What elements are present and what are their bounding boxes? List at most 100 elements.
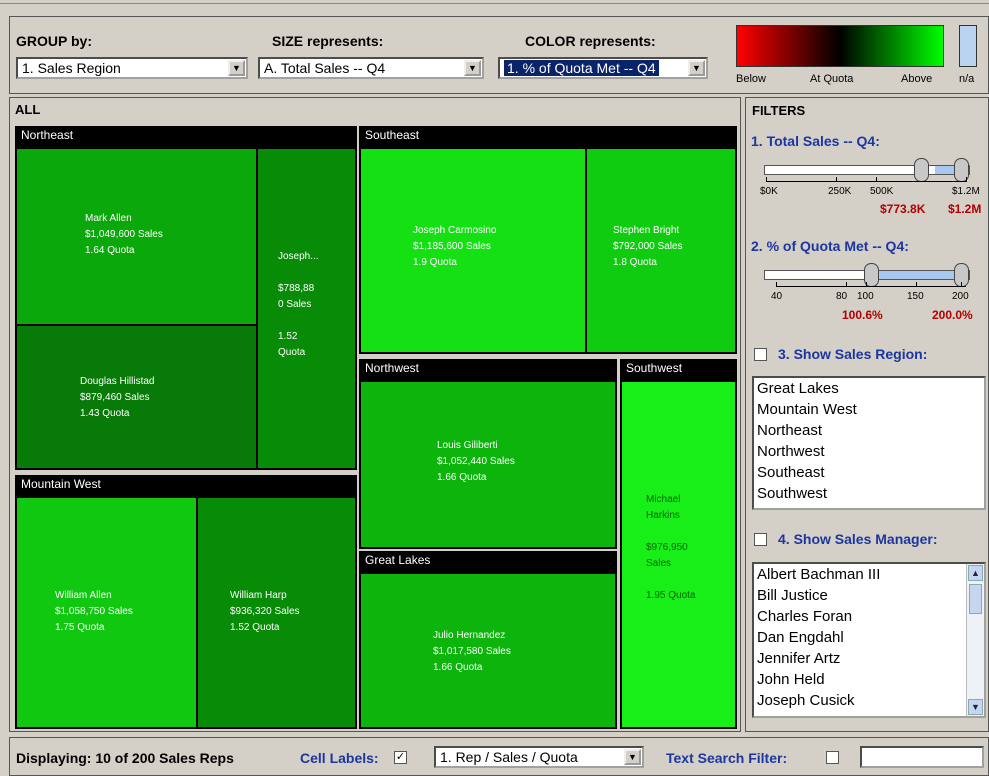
rep-name: Michael — [646, 494, 681, 505]
rep-sales: $1,185,600 Sales — [413, 241, 491, 252]
rep-quota: 1.95 Quota — [646, 590, 696, 601]
sales-tick: $1.2M — [952, 186, 980, 197]
list-item[interactable]: Southwest — [757, 483, 984, 504]
quota-low-value: 100.6% — [842, 308, 883, 322]
rep-name: Julio Hernandez — [433, 630, 506, 641]
rep-name: Louis Giliberti — [437, 440, 498, 451]
quota-tick: 100 — [857, 291, 874, 302]
quota-tick: 80 — [836, 291, 848, 302]
quota-high-value: 200.0% — [932, 308, 973, 322]
manager-filter-checkbox[interactable] — [754, 533, 767, 546]
legend-above-label: Above — [901, 73, 933, 85]
list-item[interactable]: Albert Bachman III — [757, 564, 964, 585]
rep-sales: $1,052,440 Sales — [437, 456, 515, 467]
group-great-lakes: Great Lakes Julio Hernandez $1,017,580 S… — [359, 551, 617, 729]
group-by-value: 1. Sales Region — [22, 60, 121, 76]
treemap-cell[interactable]: William Allen $1,058,750 Sales 1.75 Quot… — [16, 497, 197, 728]
text-search-checkbox[interactable] — [826, 751, 839, 764]
rep-sales: $936,320 Sales — [230, 606, 300, 617]
rep-sales: $788,88 — [278, 283, 315, 294]
treemap-cell[interactable]: Douglas Hillistad $879,460 Sales 1.43 Qu… — [16, 325, 257, 469]
sales-low-thumb[interactable] — [914, 158, 929, 182]
manager-list-scrollbar[interactable]: ▲ ▼ — [966, 564, 984, 716]
text-search-input[interactable] — [860, 746, 984, 768]
list-item[interactable]: Great Lakes — [757, 378, 984, 399]
group-northeast: Northeast Mark Allen $1,049,600 Sales 1.… — [15, 126, 357, 470]
rep-quota: 1.43 Quota — [80, 408, 130, 419]
sales-axis — [766, 181, 966, 182]
filters-panel: FILTERS 1. Total Sales -- Q4: $0K 250K 5… — [745, 97, 989, 732]
treemap-cell[interactable]: Joseph... $788,88 0 Sales 1.52 Quota — [257, 148, 356, 469]
chevron-down-icon[interactable]: ▼ — [624, 749, 641, 765]
list-item[interactable]: Bill Justice — [757, 585, 964, 606]
rep-sales: $792,000 Sales — [613, 241, 683, 252]
chevron-down-icon[interactable]: ▼ — [228, 60, 245, 76]
group-header: Northwest — [365, 361, 420, 375]
rep-name: Stephen Bright — [613, 225, 680, 236]
top-edge — [0, 0, 989, 4]
group-by-select[interactable]: 1. Sales Region ▼ — [16, 57, 248, 79]
color-represents-select[interactable]: 1. % of Quota Met -- Q4 ▼ — [498, 57, 708, 79]
treemap-cell[interactable]: Julio Hernandez $1,017,580 Sales 1.66 Qu… — [360, 573, 616, 728]
legend-below-label: Below — [736, 73, 766, 85]
rep-quota: 1.9 Quota — [413, 257, 457, 268]
list-item[interactable]: Dan Engdahl — [757, 627, 964, 648]
treemap-cell[interactable]: Louis Giliberti $1,052,440 Sales 1.66 Qu… — [360, 381, 616, 548]
group-header: Great Lakes — [365, 553, 431, 567]
group-header: Southeast — [365, 128, 420, 142]
sales-tick: 250K — [828, 186, 852, 197]
rep-quota: 1.64 Quota — [85, 245, 135, 256]
list-item[interactable]: Northeast — [757, 420, 984, 441]
list-item[interactable]: Northwest — [757, 441, 984, 462]
rep-name: William Harp — [230, 590, 287, 601]
sales-low-value: $773.8K — [880, 202, 926, 216]
rep-quota: 1.75 Quota — [55, 622, 105, 633]
size-represents-select[interactable]: A. Total Sales -- Q4 ▼ — [258, 57, 484, 79]
group-header: Southwest — [626, 361, 683, 375]
group-by-label: GROUP by: — [16, 33, 92, 49]
scroll-up-icon[interactable]: ▲ — [968, 565, 983, 581]
size-represents-value: A. Total Sales -- Q4 — [264, 60, 386, 76]
sales-high-value: $1.2M — [948, 202, 982, 216]
cell-labels-checkbox[interactable]: ✓ — [394, 751, 407, 764]
list-item[interactable]: John Held — [757, 669, 964, 690]
treemap-cell[interactable]: William Harp $936,320 Sales 1.52 Quota — [197, 497, 356, 728]
legend-na-label: n/a — [959, 73, 975, 85]
chevron-down-icon[interactable]: ▼ — [688, 60, 705, 76]
treemap-cell[interactable]: Joseph Carmosino $1,185,600 Sales 1.9 Qu… — [360, 148, 586, 353]
group-mountain-west: Mountain West William Allen $1,058,750 S… — [15, 475, 357, 729]
status-bar: Displaying: 10 of 200 Sales Reps Cell La… — [9, 737, 989, 776]
scroll-thumb[interactable] — [969, 584, 982, 614]
filters-title: FILTERS — [752, 103, 806, 118]
treemap-cell[interactable]: Mark Allen $1,049,600 Sales 1.64 Quota — [16, 148, 257, 325]
group-header: Mountain West — [21, 477, 101, 491]
manager-listbox[interactable]: Albert Bachman III Bill Justice Charles … — [752, 562, 986, 718]
size-represents-label: SIZE represents: — [272, 33, 384, 49]
list-item[interactable]: Charles Foran — [757, 606, 964, 627]
treemap-cell[interactable]: Michael Harkins $976,950 Sales 1.95 Quot… — [621, 381, 736, 728]
rep-name: Douglas Hillistad — [80, 376, 155, 387]
quota-axis — [776, 286, 966, 287]
region-listbox[interactable]: Great Lakes Mountain West Northeast Nort… — [752, 376, 986, 510]
displaying-count: Displaying: 10 of 200 Sales Reps — [16, 750, 234, 766]
treemap-cell[interactable]: Stephen Bright $792,000 Sales 1.8 Quota — [586, 148, 736, 353]
cell-labels-select[interactable]: 1. Rep / Sales / Quota ▼ — [434, 746, 644, 768]
chevron-down-icon[interactable]: ▼ — [464, 60, 481, 76]
rep-sales: $879,460 Sales — [80, 392, 150, 403]
group-southeast: Southeast Joseph Carmosino $1,185,600 Sa… — [359, 126, 737, 354]
scroll-down-icon[interactable]: ▼ — [968, 699, 983, 715]
list-item[interactable]: Southeast — [757, 462, 984, 483]
sales-tick: 500K — [870, 186, 894, 197]
list-item[interactable]: Joseph Cusick — [757, 690, 964, 711]
list-item[interactable]: Jennifer Artz — [757, 648, 964, 669]
region-filter-title: 3. Show Sales Region: — [778, 346, 928, 362]
sales-range-slider[interactable] — [764, 165, 970, 175]
rep-sales: $976,950 — [646, 542, 688, 553]
region-filter-checkbox[interactable] — [754, 348, 767, 361]
rep-name: Mark Allen — [85, 213, 132, 224]
color-represents-value: 1. % of Quota Met -- Q4 — [504, 60, 659, 76]
rep-quota: 1.8 Quota — [613, 257, 657, 268]
group-northwest: Northwest Louis Giliberti $1,052,440 Sal… — [359, 359, 617, 549]
list-item[interactable]: Mountain West — [757, 399, 984, 420]
treemap-panel: ALL Northeast Mark Allen $1,049,600 Sale… — [9, 97, 741, 732]
